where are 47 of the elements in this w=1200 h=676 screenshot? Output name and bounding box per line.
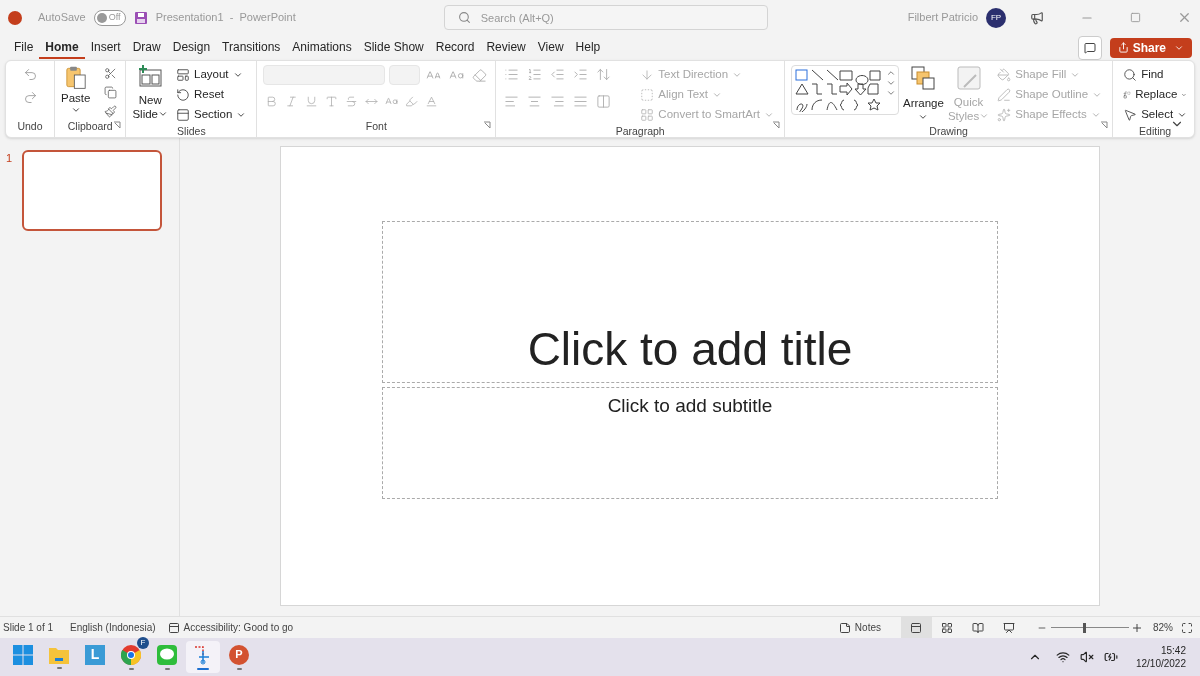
app-icon: L — [85, 644, 105, 665]
layout-button[interactable]: Layout — [172, 65, 251, 85]
menu-tab[interactable]: Animations — [286, 36, 358, 59]
select-button[interactable]: Select — [1119, 105, 1192, 125]
group-label: Undo — [17, 120, 43, 134]
zoom-level: 82% — [1153, 621, 1173, 635]
menu-tab[interactable]: Design — [166, 36, 217, 59]
clock[interactable]: 15:42 12/10/2022 — [1135, 644, 1186, 670]
avatar: FP — [986, 7, 1006, 28]
share-button[interactable]: Share — [1109, 37, 1192, 58]
menu-tab[interactable]: File — [8, 36, 40, 59]
menu-tab[interactable]: Slide Show — [357, 36, 430, 59]
subtitle-placeholder[interactable]: Click to add subtitle — [382, 387, 998, 499]
paste-button[interactable]: Paste — [61, 65, 91, 115]
replace-button[interactable]: Replace — [1119, 85, 1192, 105]
slide-count: Slide 1 of 1 — [3, 621, 55, 635]
user-name: Filbert Patricio — [907, 10, 978, 26]
menu-tab[interactable]: Record — [429, 36, 481, 59]
arrange-button[interactable]: Arrange — [903, 65, 944, 123]
profile-badge: F — [137, 636, 149, 649]
find-button[interactable]: Find — [1119, 65, 1192, 85]
group-label: Editing — [1139, 125, 1172, 137]
menu-tab[interactable]: Review — [480, 36, 532, 59]
accessibility-button[interactable]: Accessibility: Good to go — [167, 620, 294, 635]
group-label: Slides — [177, 125, 206, 137]
slide-number: 1 — [6, 151, 13, 166]
new-slide-button[interactable]: New Slide — [132, 65, 168, 121]
language-button[interactable]: English (Indonesia) — [70, 620, 156, 635]
menu-tab[interactable]: Transitions — [216, 36, 287, 59]
section-button[interactable]: Section — [172, 105, 251, 125]
notes-button[interactable]: Notes — [838, 620, 881, 635]
menu-tab[interactable]: Draw — [126, 36, 167, 59]
menu-tab[interactable]: Insert — [84, 36, 127, 59]
menu-tab[interactable]: View — [531, 36, 570, 59]
presentation-app-icon: P — [229, 644, 249, 665]
title-placeholder[interactable]: Click to add title — [382, 221, 998, 383]
group-label: Font — [365, 120, 387, 134]
group-label: Paragraph — [615, 125, 665, 137]
search-field[interactable]: Search (Alt+Q) — [443, 5, 768, 30]
group-label: Drawing — [929, 125, 968, 137]
menu-tab[interactable]: Help — [569, 36, 607, 59]
reset-button[interactable]: Reset — [172, 85, 251, 105]
document-title: Presentation1 - PowerPoint — [155, 10, 296, 26]
taskbar-app[interactable]: P — [222, 641, 256, 673]
group-label: Clipboard — [67, 120, 113, 134]
autosave-label: AutoSave — [38, 10, 86, 26]
menu-tab[interactable]: Home — [39, 36, 85, 59]
